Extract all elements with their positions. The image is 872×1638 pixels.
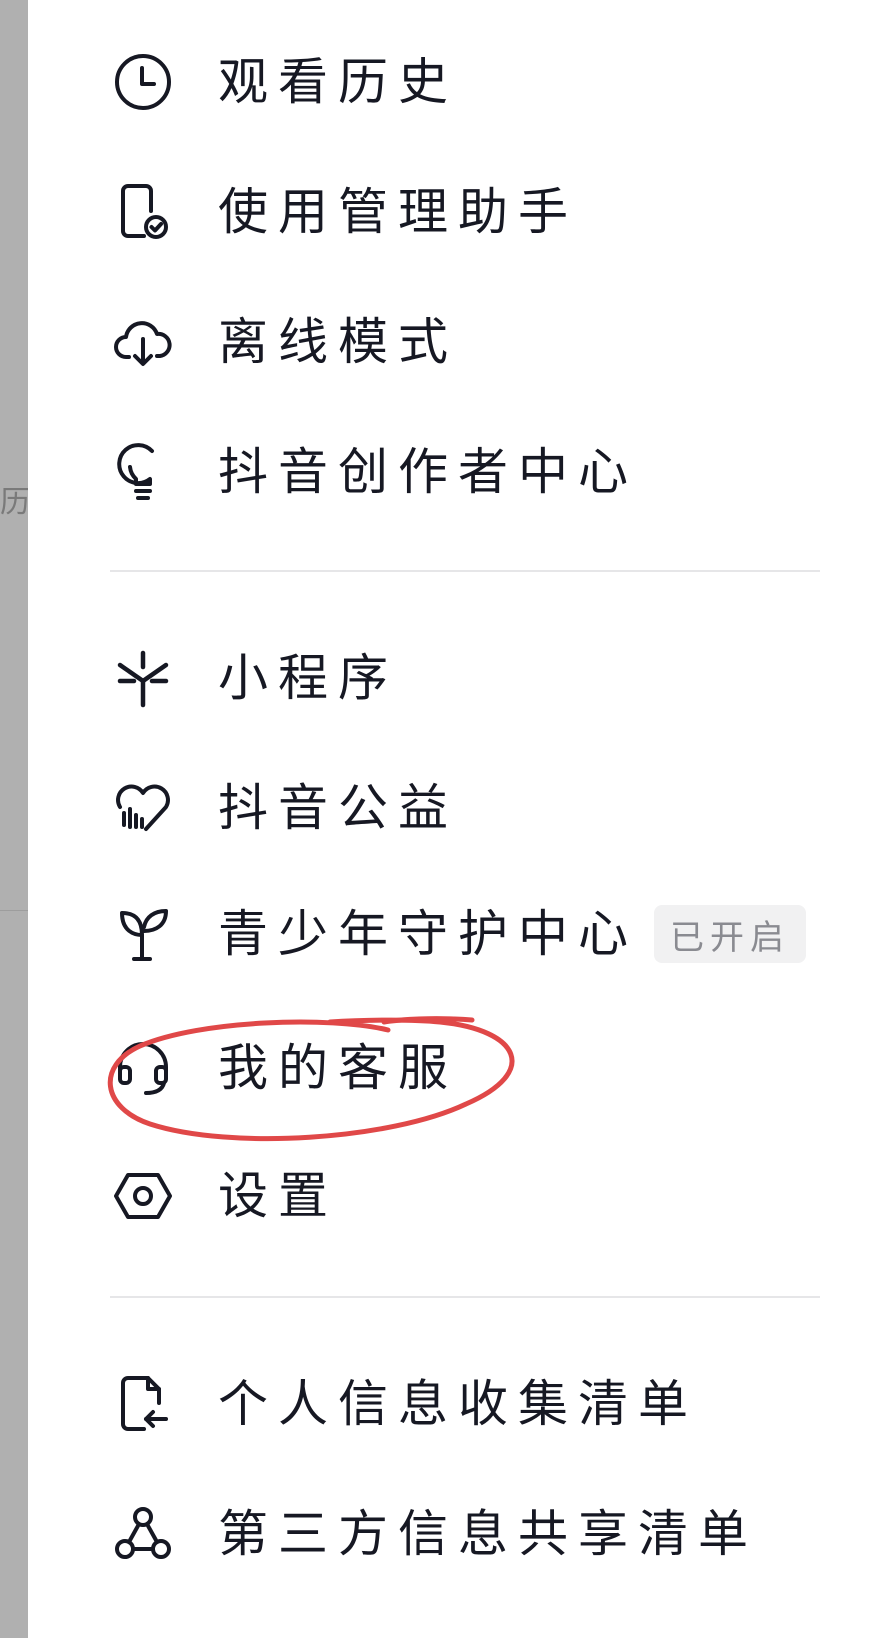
menu-item-customer-service[interactable]: 我的客服 <box>112 1018 832 1118</box>
menu-item-label: 第三方信息共享清单 <box>218 1505 758 1563</box>
status-badge: 已开启 <box>654 905 806 963</box>
menu-item-label: 设置 <box>218 1167 338 1225</box>
menu-item-charity[interactable]: 抖音公益 <box>112 758 832 858</box>
menu-item-settings[interactable]: 设置 <box>112 1146 832 1246</box>
background-page-strip[interactable]: 历 <box>0 0 30 1638</box>
share-nodes-icon <box>112 1503 174 1565</box>
menu-item-creator-center[interactable]: 抖音创作者中心 <box>112 422 832 522</box>
sprout-icon <box>112 903 174 965</box>
menu-item-label: 离线模式 <box>218 313 458 371</box>
menu-divider <box>110 570 820 572</box>
cloud-download-icon <box>112 311 174 373</box>
hexagon-gear-icon <box>112 1165 174 1227</box>
menu-item-label: 观看历史 <box>218 53 458 111</box>
menu-item-label: 使用管理助手 <box>218 183 578 241</box>
menu-item-third-party-list[interactable]: 第三方信息共享清单 <box>112 1484 832 1584</box>
menu-item-youth-protection[interactable]: 青少年守护中心 已开启 <box>112 884 832 984</box>
menu-item-label: 抖音公益 <box>218 779 458 837</box>
menu-item-label: 小程序 <box>218 649 398 707</box>
phone-check-icon <box>112 181 174 243</box>
menu-divider <box>110 1296 820 1298</box>
heart-chart-icon <box>112 777 174 839</box>
menu-item-mini-programs[interactable]: 小程序 <box>112 628 832 728</box>
clock-icon <box>112 51 174 113</box>
menu-item-offline-mode[interactable]: 离线模式 <box>112 292 832 392</box>
menu-item-label: 我的客服 <box>218 1039 458 1097</box>
asterisk-icon <box>112 647 174 709</box>
menu-item-usage-manager[interactable]: 使用管理助手 <box>112 162 832 262</box>
side-drawer-menu: 观看历史 使用管理助手 离线模式 抖音创作者中心 小程序 抖音公益 青少年守护中… <box>28 0 872 1638</box>
menu-item-label: 抖音创作者中心 <box>218 443 638 501</box>
menu-item-label: 青少年守护中心 <box>218 905 638 963</box>
menu-item-watch-history[interactable]: 观看历史 <box>112 32 832 132</box>
document-arrow-icon <box>112 1373 174 1435</box>
menu-item-label: 个人信息收集清单 <box>218 1375 698 1433</box>
background-divider <box>0 910 28 911</box>
headset-icon <box>112 1037 174 1099</box>
lightbulb-icon <box>112 441 174 503</box>
background-text-fragment: 历 <box>0 485 30 520</box>
menu-item-personal-info-list[interactable]: 个人信息收集清单 <box>112 1354 832 1454</box>
